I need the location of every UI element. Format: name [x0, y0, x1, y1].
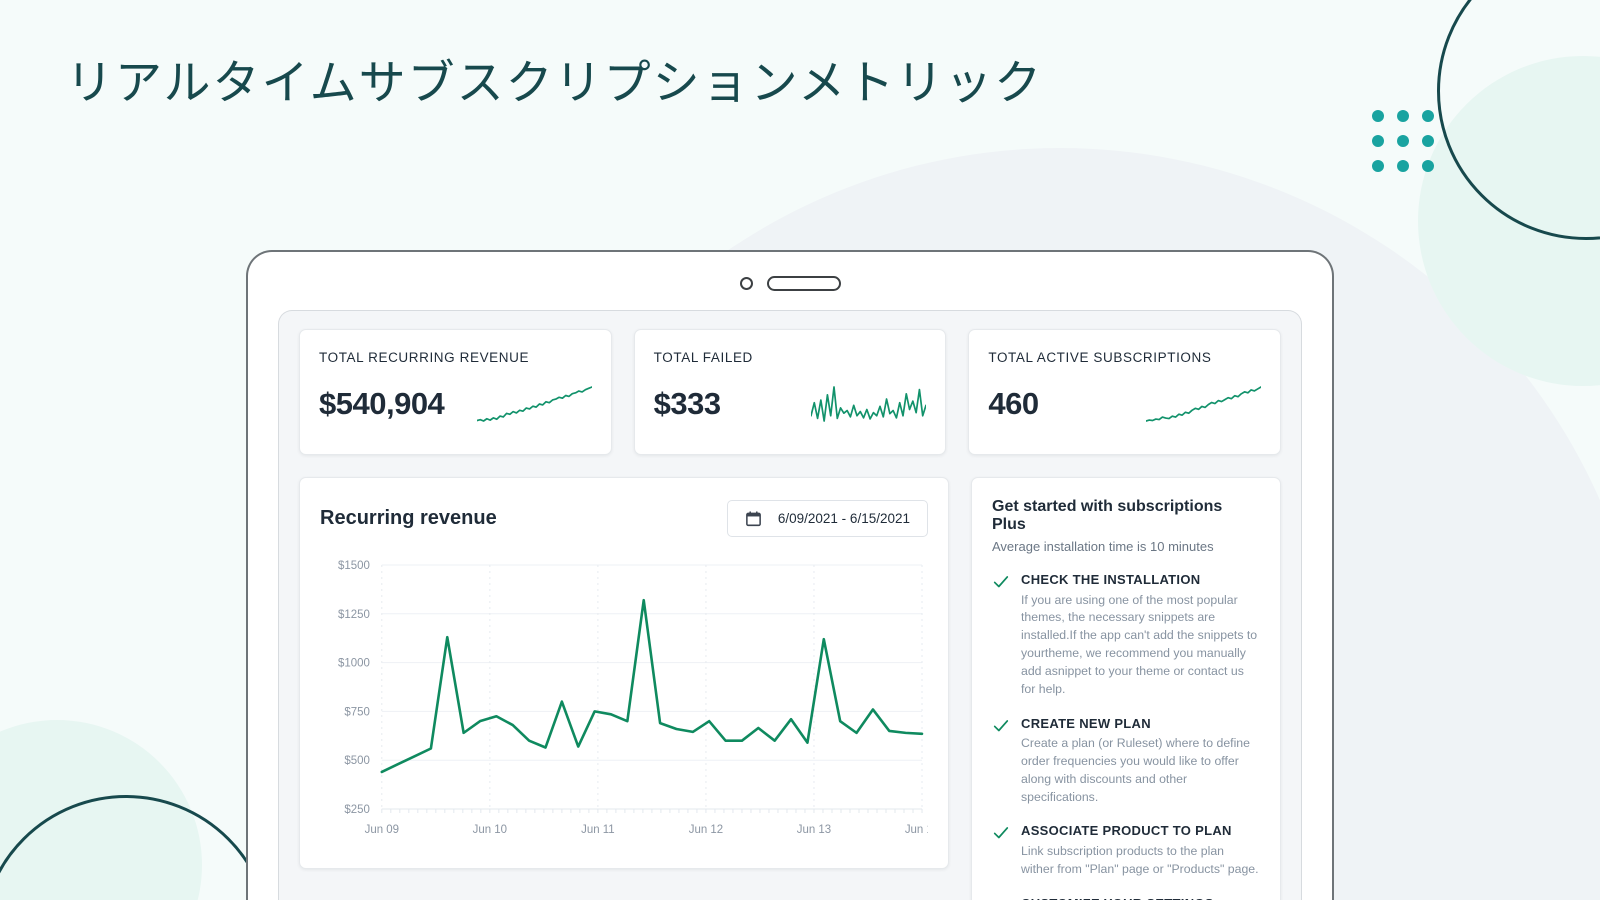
sparkline-chart [811, 383, 926, 425]
guide-checklist: CHECK THE INSTALLATION If you are using o… [992, 572, 1260, 900]
date-range-picker[interactable]: 6/09/2021 - 6/15/2021 [726, 500, 928, 537]
decorative-mint-circle-bottom-left [0, 720, 202, 900]
calendar-icon [745, 511, 761, 527]
svg-text:Jun 10: Jun 10 [473, 824, 507, 836]
stat-value: 460 [988, 386, 1039, 421]
stat-label: TOTAL ACTIVE SUBSCRIPTIONS [988, 350, 1212, 365]
guide-list-item[interactable]: CREATE NEW PLAN Create a plan (or Ruleset… [992, 716, 1260, 807]
stat-card-row: TOTAL RECURRING REVENUE $540,904 TOTAL F… [299, 329, 1282, 455]
decorative-outline-circle-bottom-left [0, 795, 272, 900]
stat-card-total-failed[interactable]: TOTAL FAILED $333 [633, 329, 947, 455]
check-icon [992, 717, 1010, 807]
guide-item-heading: CREATE NEW PLAN [1021, 715, 1151, 731]
stat-label: TOTAL FAILED [653, 350, 753, 365]
svg-text:$1000: $1000 [338, 658, 370, 670]
chart-title: Recurring revenue [320, 507, 497, 529]
stat-value: $540,904 [319, 386, 445, 421]
date-range-text: 6/09/2021 - 6/15/2021 [777, 511, 910, 526]
svg-text:Jun 12: Jun 12 [689, 824, 723, 836]
dashboard-lower-section: Recurring revenue 6/09/2021 - 6/15/2021 … [299, 477, 1281, 900]
guide-subtitle: Average installation time is 10 minutes [992, 539, 1214, 554]
recurring-revenue-chart-card: Recurring revenue 6/09/2021 - 6/15/2021 … [299, 477, 949, 869]
decorative-dot-grid-icon [1372, 110, 1434, 172]
guide-item-description: Create a plan (or Ruleset) where to defi… [1021, 736, 1250, 804]
page-title: リアルタイムサブスクリプションメトリック [66, 56, 1044, 109]
svg-text:Jun 11: Jun 11 [581, 824, 615, 836]
sparkline-chart [477, 383, 592, 425]
chart-header: Recurring revenue 6/09/2021 - 6/15/2021 [320, 500, 928, 537]
tablet-device-frame: TOTAL RECURRING REVENUE $540,904 TOTAL F… [246, 250, 1334, 900]
chart-plot-area: $1500 $1250 $1000 $750 $500 $250 Jun 09 Jun 10 J… [320, 555, 928, 855]
stat-card-total-recurring-revenue[interactable]: TOTAL RECURRING REVENUE $540,904 [299, 329, 612, 455]
decorative-mint-circle-top-right [1418, 56, 1600, 386]
camera-dot-icon [739, 276, 753, 290]
guide-item-heading: ASSOCIATE PRODUCT TO PLAN [1021, 823, 1232, 839]
guide-item-heading: CHECK THE INSTALLATION [1021, 572, 1201, 587]
svg-text:$750: $750 [344, 706, 369, 718]
svg-text:$500: $500 [344, 755, 369, 767]
svg-text:Jun 14: Jun 14 [905, 824, 928, 836]
svg-text:$250: $250 [344, 804, 369, 816]
get-started-guide-card: Get started with subscriptions Plus Aver… [971, 477, 1281, 900]
svg-text:Jun 13: Jun 13 [797, 824, 831, 836]
stat-value: $333 [653, 386, 721, 421]
line-chart: $1500 $1250 $1000 $750 $500 $250 Jun 09 Jun 10 J… [338, 560, 928, 836]
stat-label: TOTAL RECURRING REVENUE [319, 350, 530, 365]
stat-card-total-active-subscriptions[interactable]: TOTAL ACTIVE SUBSCRIPTIONS 460 [968, 329, 1282, 455]
tablet-screen: TOTAL RECURRING REVENUE $540,904 TOTAL F… [278, 310, 1302, 900]
check-icon [992, 824, 1010, 878]
svg-text:$1500: $1500 [338, 560, 370, 572]
check-icon [992, 573, 1010, 699]
guide-title: Get started with subscriptions Plus [992, 498, 1223, 533]
guide-item-description: Link subscription products to the plan w… [1021, 844, 1259, 876]
guide-list-item[interactable]: CUSTOMIZE YOUR SETTINGS (OPTIONAL)Set up… [992, 896, 1260, 900]
guide-list-item[interactable]: CHECK THE INSTALLATION If you are using o… [992, 572, 1260, 699]
svg-text:$1250: $1250 [338, 609, 370, 621]
decorative-outline-circle-top-right [1437, 0, 1600, 240]
sparkline-chart [1146, 383, 1261, 425]
guide-item-heading: CUSTOMIZE YOUR SETTINGS (OPTIONAL) [1021, 896, 1260, 900]
tablet-top-bar [248, 252, 1332, 314]
guide-item-description: If you are using one of the most popular… [1021, 592, 1258, 696]
svg-text:Jun 09: Jun 09 [365, 824, 399, 836]
speaker-grille-icon [766, 275, 841, 291]
guide-list-item[interactable]: ASSOCIATE PRODUCT TO PLAN Link subscripti… [992, 823, 1260, 878]
